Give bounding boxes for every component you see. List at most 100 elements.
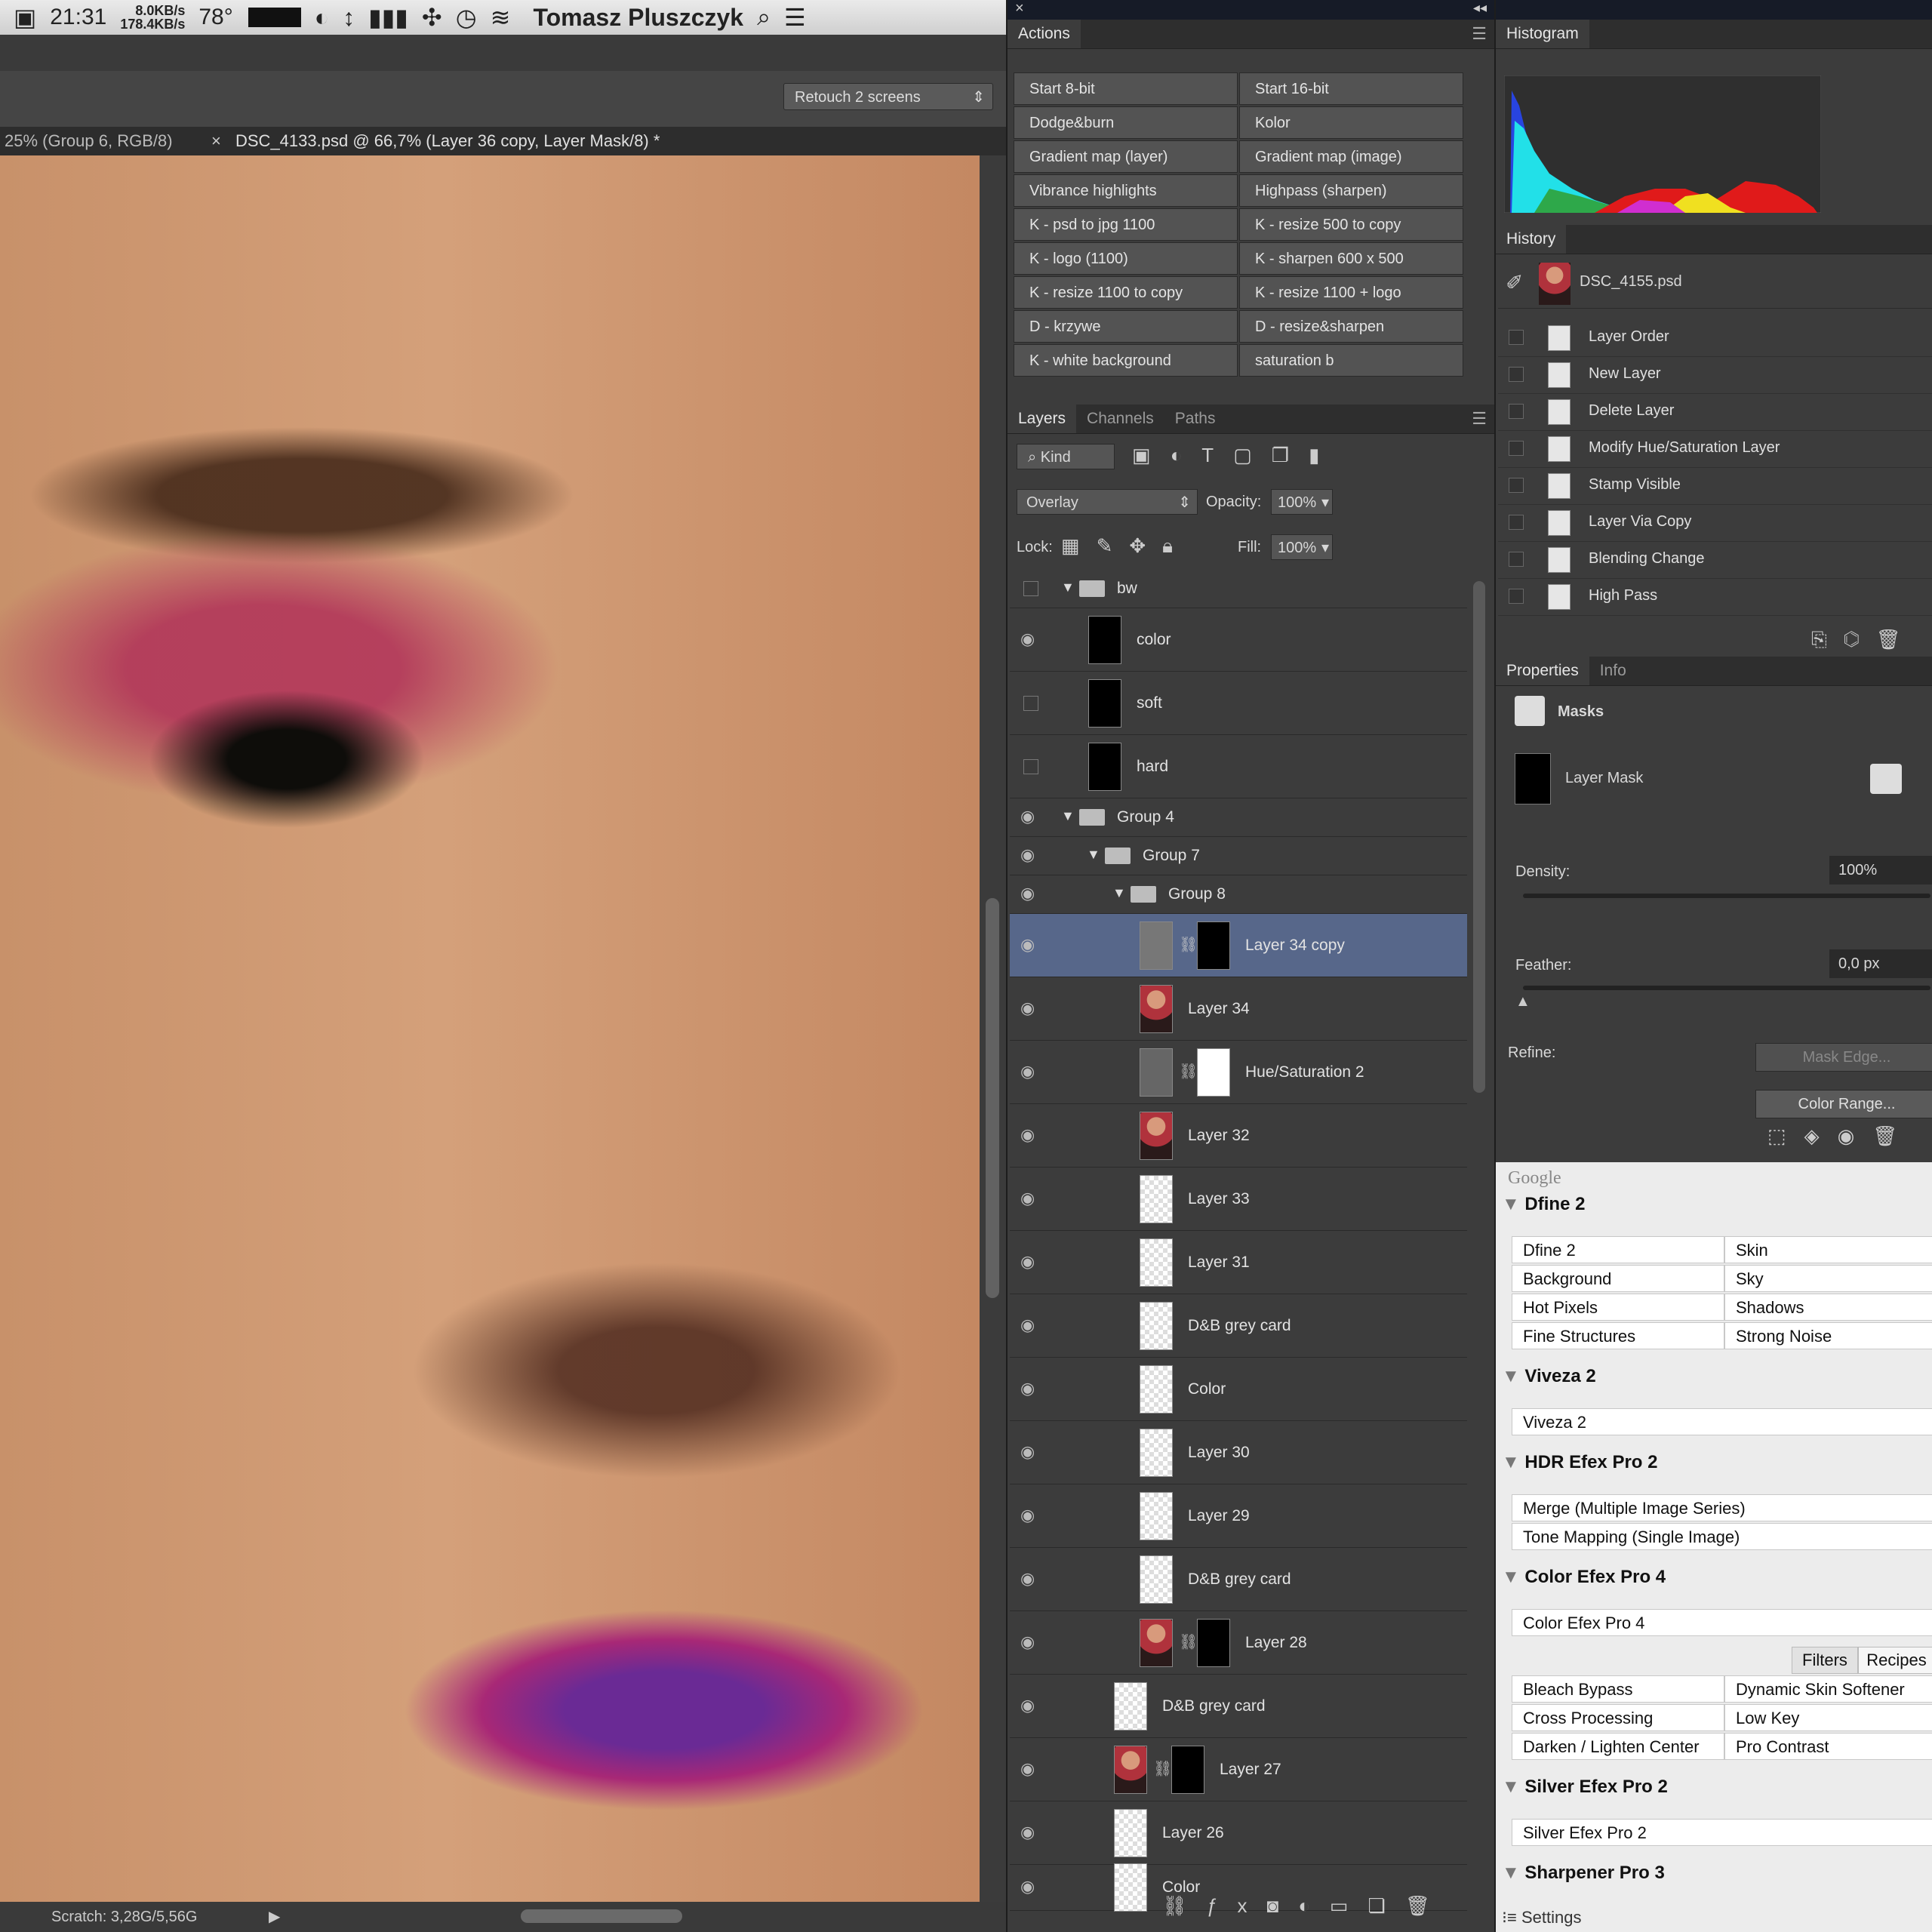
nik-preset[interactable]: Dynamic Skin Softener bbox=[1724, 1675, 1932, 1703]
nik-settings-button[interactable]: ⁝≡ Settings bbox=[1502, 1908, 1581, 1927]
collapse-panels-icon[interactable]: ◂◂ bbox=[1473, 0, 1487, 16]
feather-field[interactable]: 0,0 px bbox=[1829, 949, 1932, 978]
visibility-eye-icon[interactable]: ◉ bbox=[1020, 1379, 1035, 1398]
nik-section-header[interactable]: ▼ Color Efex Pro 4 bbox=[1502, 1567, 1666, 1588]
layer-row[interactable]: ◉ Color bbox=[1010, 1358, 1467, 1421]
tab-histogram[interactable]: Histogram bbox=[1496, 20, 1589, 48]
nik-subtab[interactable]: Filters bbox=[1792, 1647, 1858, 1674]
tab-info[interactable]: Info bbox=[1589, 657, 1637, 685]
load-selection-icon[interactable]: ⬚ bbox=[1767, 1124, 1804, 1147]
history-checkbox[interactable] bbox=[1509, 330, 1524, 345]
cursor-icon[interactable]: ✣ bbox=[422, 3, 442, 32]
link-layers-icon[interactable]: ⛓︎ bbox=[1162, 1894, 1207, 1917]
history-checkbox[interactable] bbox=[1509, 404, 1524, 419]
disclosure-triangle-icon[interactable]: ▼ bbox=[1061, 580, 1075, 595]
nik-preset[interactable]: Color Efex Pro 4 bbox=[1512, 1609, 1932, 1636]
layer-row[interactable]: ◉ color bbox=[1010, 608, 1467, 672]
action-button[interactable]: D - krzywe bbox=[1014, 310, 1238, 343]
visibility-eye-icon[interactable]: ◉ bbox=[1020, 1632, 1035, 1652]
user-name[interactable]: Tomasz Pluszczyk bbox=[533, 4, 743, 32]
layer-row[interactable]: ▼ bw bbox=[1010, 570, 1467, 608]
nik-preset[interactable]: Background bbox=[1512, 1265, 1724, 1292]
disclosure-triangle-icon[interactable]: ▼ bbox=[1502, 1452, 1524, 1472]
smart-object-filter-icon[interactable]: ❐ bbox=[1272, 444, 1309, 466]
time-machine-icon[interactable]: ◷ bbox=[456, 3, 477, 32]
lock-transparency-icon[interactable]: ▦ bbox=[1061, 534, 1097, 557]
density-slider[interactable] bbox=[1523, 894, 1930, 898]
disclosure-triangle-icon[interactable]: ▼ bbox=[1502, 1194, 1524, 1214]
new-adjustment-icon[interactable]: ◐ bbox=[1298, 1894, 1330, 1917]
action-button[interactable]: Gradient map (layer) bbox=[1014, 140, 1238, 173]
select-pixel-mask-icon[interactable] bbox=[1870, 764, 1902, 794]
image-filter-icon[interactable]: ▣ bbox=[1132, 444, 1171, 466]
layer-row[interactable]: ◉ Layer 30 bbox=[1010, 1421, 1467, 1484]
adjustment-filter-icon[interactable]: ◐ bbox=[1171, 444, 1202, 466]
history-checkbox[interactable] bbox=[1509, 552, 1524, 567]
visibility-eye-icon[interactable]: ◉ bbox=[1020, 1569, 1035, 1589]
action-button[interactable]: K - white background bbox=[1014, 344, 1238, 377]
tab-history[interactable]: History bbox=[1496, 225, 1567, 254]
nik-section-header[interactable]: ▼ Silver Efex Pro 2 bbox=[1502, 1777, 1668, 1798]
visibility-icon[interactable]: ◉ bbox=[1838, 1124, 1873, 1147]
mask-edge-button[interactable]: Mask Edge... bbox=[1755, 1043, 1932, 1072]
vertical-scroll-thumb[interactable] bbox=[986, 898, 999, 1298]
nik-preset[interactable]: Bleach Bypass bbox=[1512, 1675, 1724, 1703]
add-mask-icon[interactable]: ◙ bbox=[1266, 1894, 1298, 1917]
layer-row[interactable]: ◉ D&B grey card bbox=[1010, 1675, 1467, 1738]
layer-row[interactable]: ◉ ▼ Group 7 bbox=[1010, 837, 1467, 875]
history-brush-icon[interactable]: ✐ bbox=[1506, 270, 1523, 295]
visibility-eye-icon[interactable]: ◉ bbox=[1020, 998, 1035, 1018]
tab-paths[interactable]: Paths bbox=[1164, 405, 1226, 433]
nik-section-header[interactable]: ▼ HDR Efex Pro 2 bbox=[1502, 1452, 1657, 1473]
action-button[interactable]: K - resize 1100 + logo bbox=[1239, 276, 1463, 309]
wifi-icon[interactable]: ≋ bbox=[491, 3, 511, 32]
action-button[interactable]: Dodge&burn bbox=[1014, 106, 1238, 139]
layer-row[interactable]: ◉ Layer 29 bbox=[1010, 1484, 1467, 1548]
visibility-eye-icon[interactable]: ◉ bbox=[1020, 1877, 1035, 1897]
trash-icon[interactable]: 🗑︎ bbox=[1876, 628, 1918, 651]
layer-row[interactable]: ◉ Layer 26 bbox=[1010, 1801, 1467, 1865]
history-state[interactable]: Blending Change bbox=[1498, 541, 1932, 579]
panel-menu-icon[interactable]: ☰ bbox=[1472, 405, 1487, 433]
contrast-icon[interactable]: ◐ bbox=[315, 4, 329, 32]
feather-slider-handle-icon[interactable]: ▲ bbox=[1515, 993, 1531, 1011]
color-range-button[interactable]: Color Range... bbox=[1755, 1090, 1932, 1118]
nik-preset[interactable]: Dfine 2 bbox=[1512, 1236, 1724, 1263]
layer-row[interactable]: hard bbox=[1010, 735, 1467, 798]
mask-link-icon[interactable]: ⛓︎ bbox=[1153, 1759, 1172, 1778]
new-group-icon[interactable]: ▭ bbox=[1330, 1894, 1368, 1917]
layer-row[interactable]: ◉ D&B grey card bbox=[1010, 1548, 1467, 1611]
layer-row[interactable]: ◉ ⛓︎ Hue/Saturation 2 bbox=[1010, 1041, 1467, 1104]
nik-preset[interactable]: Hot Pixels bbox=[1512, 1294, 1724, 1321]
visibility-eye-icon[interactable]: ◉ bbox=[1020, 1315, 1035, 1335]
history-state[interactable]: New Layer bbox=[1498, 356, 1932, 394]
new-document-icon[interactable]: ⎘ bbox=[1811, 628, 1844, 651]
opacity-field[interactable]: 100% ▾ bbox=[1271, 489, 1333, 515]
nik-preset[interactable]: Merge (Multiple Image Series) bbox=[1512, 1494, 1932, 1521]
lock-pixels-icon[interactable]: ✎ bbox=[1097, 534, 1130, 557]
action-button[interactable]: saturation b bbox=[1239, 344, 1463, 377]
cpu-graph-icon[interactable] bbox=[248, 8, 301, 27]
lock-all-icon[interactable]: 🔒︎ bbox=[1162, 534, 1189, 557]
layer-row[interactable]: ◉ D&B grey card bbox=[1010, 1294, 1467, 1358]
lock-position-icon[interactable]: ✥ bbox=[1129, 534, 1162, 557]
disclosure-triangle-icon[interactable]: ▼ bbox=[1502, 1366, 1524, 1386]
nik-preset[interactable]: Cross Processing bbox=[1512, 1704, 1724, 1731]
image-canvas[interactable] bbox=[0, 155, 980, 1902]
nik-preset[interactable]: Darken / Lighten Center bbox=[1512, 1733, 1724, 1760]
visibility-toggle-box[interactable] bbox=[1023, 758, 1038, 774]
visibility-eye-icon[interactable]: ◉ bbox=[1020, 807, 1035, 826]
nik-preset[interactable]: Fine Structures bbox=[1512, 1322, 1724, 1349]
layer-mask-thumbnail[interactable] bbox=[1197, 921, 1230, 970]
disclosure-triangle-icon[interactable]: ▼ bbox=[1502, 1777, 1524, 1797]
nik-preset[interactable]: Viveza 2 bbox=[1512, 1408, 1932, 1435]
filter-kind-select[interactable]: ⌕ Kind bbox=[1017, 444, 1115, 469]
close-panel-icon[interactable]: × bbox=[1015, 0, 1024, 17]
visibility-eye-icon[interactable]: ◉ bbox=[1020, 629, 1035, 649]
close-tab-icon[interactable]: × bbox=[211, 127, 221, 155]
history-checkbox[interactable] bbox=[1509, 515, 1524, 530]
history-checkbox[interactable] bbox=[1509, 589, 1524, 604]
calendar-icon[interactable]: ▣ bbox=[14, 3, 36, 32]
mask-link-icon[interactable]: ⛓︎ bbox=[1179, 1632, 1198, 1651]
visibility-eye-icon[interactable]: ◉ bbox=[1020, 884, 1035, 903]
